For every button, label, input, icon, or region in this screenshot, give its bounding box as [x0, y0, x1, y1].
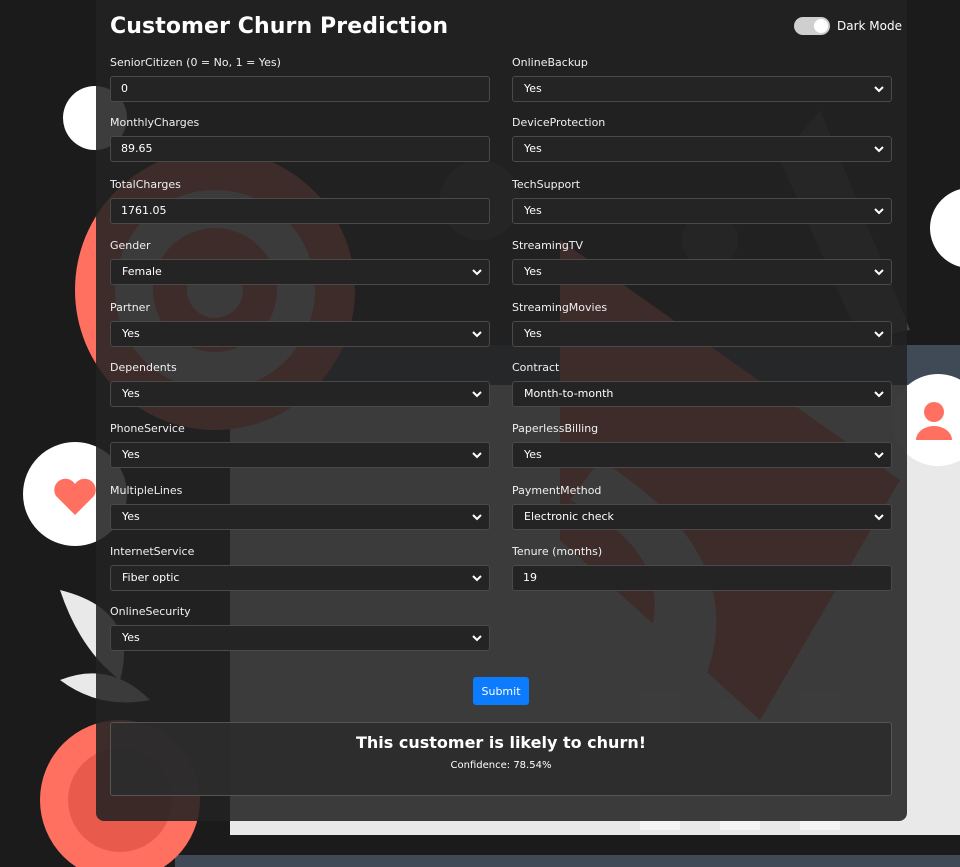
field-label: Dependents [110, 361, 177, 374]
dark-mode-label: Dark Mode [837, 19, 902, 33]
field-label: TechSupport [512, 178, 581, 191]
result-confidence: Confidence: 78.54% [450, 760, 552, 771]
field-paperless-billing: PaperlessBilling Yes [512, 422, 892, 468]
chevron-down-icon [472, 452, 482, 459]
select-value: Yes [524, 204, 542, 217]
chevron-down-icon [874, 452, 884, 459]
field-tenure: Tenure (months) 19 [512, 545, 892, 591]
field-label: Gender [110, 239, 151, 252]
field-label: MultipleLines [110, 484, 183, 497]
select-value: Electronic check [524, 510, 614, 523]
chevron-down-icon [874, 514, 884, 521]
multiple-lines-select[interactable]: Yes [110, 504, 490, 530]
field-senior-citizen: SeniorCitizen (0 = No, 1 = Yes) 0 [110, 56, 490, 102]
select-value: Yes [524, 82, 542, 95]
field-streaming-movies: StreamingMovies Yes [512, 301, 892, 347]
select-value: Yes [122, 510, 140, 523]
contract-select[interactable]: Month-to-month [512, 381, 892, 407]
field-phone-service: PhoneService Yes [110, 422, 490, 468]
toggle-knob [814, 19, 828, 33]
field-label: OnlineBackup [512, 56, 588, 69]
select-value: Yes [524, 448, 542, 461]
total-charges-input[interactable]: 1761.05 [110, 198, 490, 224]
online-backup-select[interactable]: Yes [512, 76, 892, 102]
field-label: OnlineSecurity [110, 605, 191, 618]
select-value: Yes [122, 387, 140, 400]
field-dependents: Dependents Yes [110, 361, 490, 407]
field-total-charges: TotalCharges 1761.05 [110, 178, 490, 224]
field-label: TotalCharges [110, 178, 181, 191]
field-label: PaperlessBilling [512, 422, 599, 435]
field-gender: Gender Female [110, 239, 490, 285]
chevron-down-icon [874, 208, 884, 215]
submit-button[interactable]: Submit [473, 677, 529, 705]
field-contract: Contract Month-to-month [512, 361, 892, 407]
field-tech-support: TechSupport Yes [512, 178, 892, 224]
paperless-billing-select[interactable]: Yes [512, 442, 892, 468]
monthly-charges-input[interactable]: 89.65 [110, 136, 490, 162]
internet-service-select[interactable]: Fiber optic [110, 565, 490, 591]
partner-select[interactable]: Yes [110, 321, 490, 347]
chevron-down-icon [874, 86, 884, 93]
tenure-input[interactable]: 19 [512, 565, 892, 591]
page-title: Customer Churn Prediction [110, 14, 449, 39]
field-label: Tenure (months) [512, 545, 603, 558]
chevron-down-icon [874, 269, 884, 276]
select-value: Yes [122, 327, 140, 340]
chevron-down-icon [472, 391, 482, 398]
chevron-down-icon [472, 514, 482, 521]
select-value: Fiber optic [122, 571, 180, 584]
field-label: InternetService [110, 545, 195, 558]
online-security-select[interactable]: Yes [110, 625, 490, 651]
dependents-select[interactable]: Yes [110, 381, 490, 407]
streaming-movies-select[interactable]: Yes [512, 321, 892, 347]
prediction-result: This customer is likely to churn! Confid… [110, 722, 892, 796]
device-protection-select[interactable]: Yes [512, 136, 892, 162]
payment-method-select[interactable]: Electronic check [512, 504, 892, 530]
field-label: Contract [512, 361, 560, 374]
field-label: StreamingTV [512, 239, 584, 252]
field-label: StreamingMovies [512, 301, 608, 314]
streaming-tv-select[interactable]: Yes [512, 259, 892, 285]
chevron-down-icon [472, 635, 482, 642]
chevron-down-icon [874, 146, 884, 153]
chevron-down-icon [472, 331, 482, 338]
field-label: PhoneService [110, 422, 185, 435]
field-label: MonthlyCharges [110, 116, 200, 129]
select-value: Yes [122, 631, 140, 644]
senior-citizen-input[interactable]: 0 [110, 76, 490, 102]
chevron-down-icon [472, 575, 482, 582]
chevron-down-icon [874, 331, 884, 338]
field-multiple-lines: MultipleLines Yes [110, 484, 490, 530]
field-label: Partner [110, 301, 150, 314]
field-label: SeniorCitizen (0 = No, 1 = Yes) [110, 56, 281, 69]
select-value: Yes [524, 142, 542, 155]
field-streaming-tv: StreamingTV Yes [512, 239, 892, 285]
result-message: This customer is likely to churn! [355, 733, 647, 752]
chevron-down-icon [472, 269, 482, 276]
chevron-down-icon [874, 391, 884, 398]
field-label: DeviceProtection [512, 116, 606, 129]
field-payment-method: PaymentMethod Electronic check [512, 484, 892, 530]
tech-support-select[interactable]: Yes [512, 198, 892, 224]
field-device-protection: DeviceProtection Yes [512, 116, 892, 162]
field-internet-service: InternetService Fiber optic [110, 545, 490, 591]
field-online-backup: OnlineBackup Yes [512, 56, 892, 102]
field-monthly-charges: MonthlyCharges 89.65 [110, 116, 490, 162]
select-value: Yes [122, 448, 140, 461]
phone-service-select[interactable]: Yes [110, 442, 490, 468]
field-partner: Partner Yes [110, 301, 490, 347]
field-label: PaymentMethod [512, 484, 602, 497]
gender-select[interactable]: Female [110, 259, 490, 285]
dark-mode-toggle[interactable] [794, 17, 830, 35]
select-value: Yes [524, 327, 542, 340]
field-online-security: OnlineSecurity Yes [110, 605, 490, 651]
select-value: Yes [524, 265, 542, 278]
select-value: Month-to-month [524, 387, 614, 400]
select-value: Female [122, 265, 162, 278]
